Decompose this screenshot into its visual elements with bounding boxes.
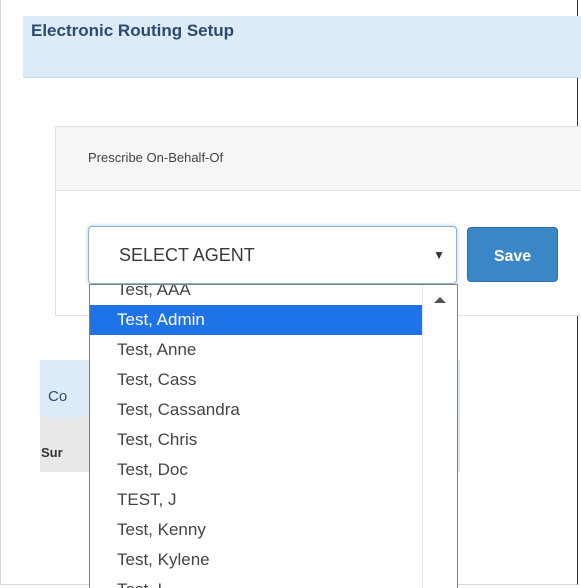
agent-select[interactable]: SELECT AGENT ▼: [88, 226, 457, 284]
dropdown-option[interactable]: Test, Chris: [90, 425, 423, 455]
agent-select-value: SELECT AGENT: [119, 245, 255, 265]
save-button[interactable]: Save: [467, 227, 558, 282]
background-section-title: Co: [48, 388, 68, 405]
panel-heading-label: Prescribe On-Behalf-Of: [88, 150, 224, 165]
dropdown-option[interactable]: Test, Doc: [90, 455, 423, 485]
dropdown-scrollbar[interactable]: [422, 285, 457, 588]
dropdown-option[interactable]: Test, AAA: [90, 285, 423, 305]
dropdown-option[interactable]: Test, Anne: [90, 335, 423, 365]
agent-dropdown-list[interactable]: Test, AAA Test, Admin Test, Anne Test, C…: [89, 284, 458, 588]
dropdown-option[interactable]: Test, Kenny: [90, 515, 423, 545]
dropdown-option[interactable]: Test, Cass: [90, 365, 423, 395]
page-title: Electronic Routing Setup: [31, 21, 235, 40]
dropdown-option-selected[interactable]: Test, Admin: [90, 305, 423, 335]
dropdown-option[interactable]: Test, Cassandra: [90, 395, 423, 425]
dropdown-option[interactable]: TEST, J: [90, 485, 423, 515]
background-section-subtitle: Sur: [41, 445, 63, 460]
scroll-up-icon[interactable]: [434, 297, 446, 303]
dropdown-option[interactable]: Test, Kylene: [90, 545, 423, 575]
panel-heading: Prescribe On-Behalf-Of: [56, 127, 581, 191]
agent-dropdown-options: Test, AAA Test, Admin Test, Anne Test, C…: [90, 285, 423, 588]
triangle-down-icon: ▼: [433, 248, 445, 262]
dropdown-option[interactable]: Test, L: [90, 575, 423, 588]
